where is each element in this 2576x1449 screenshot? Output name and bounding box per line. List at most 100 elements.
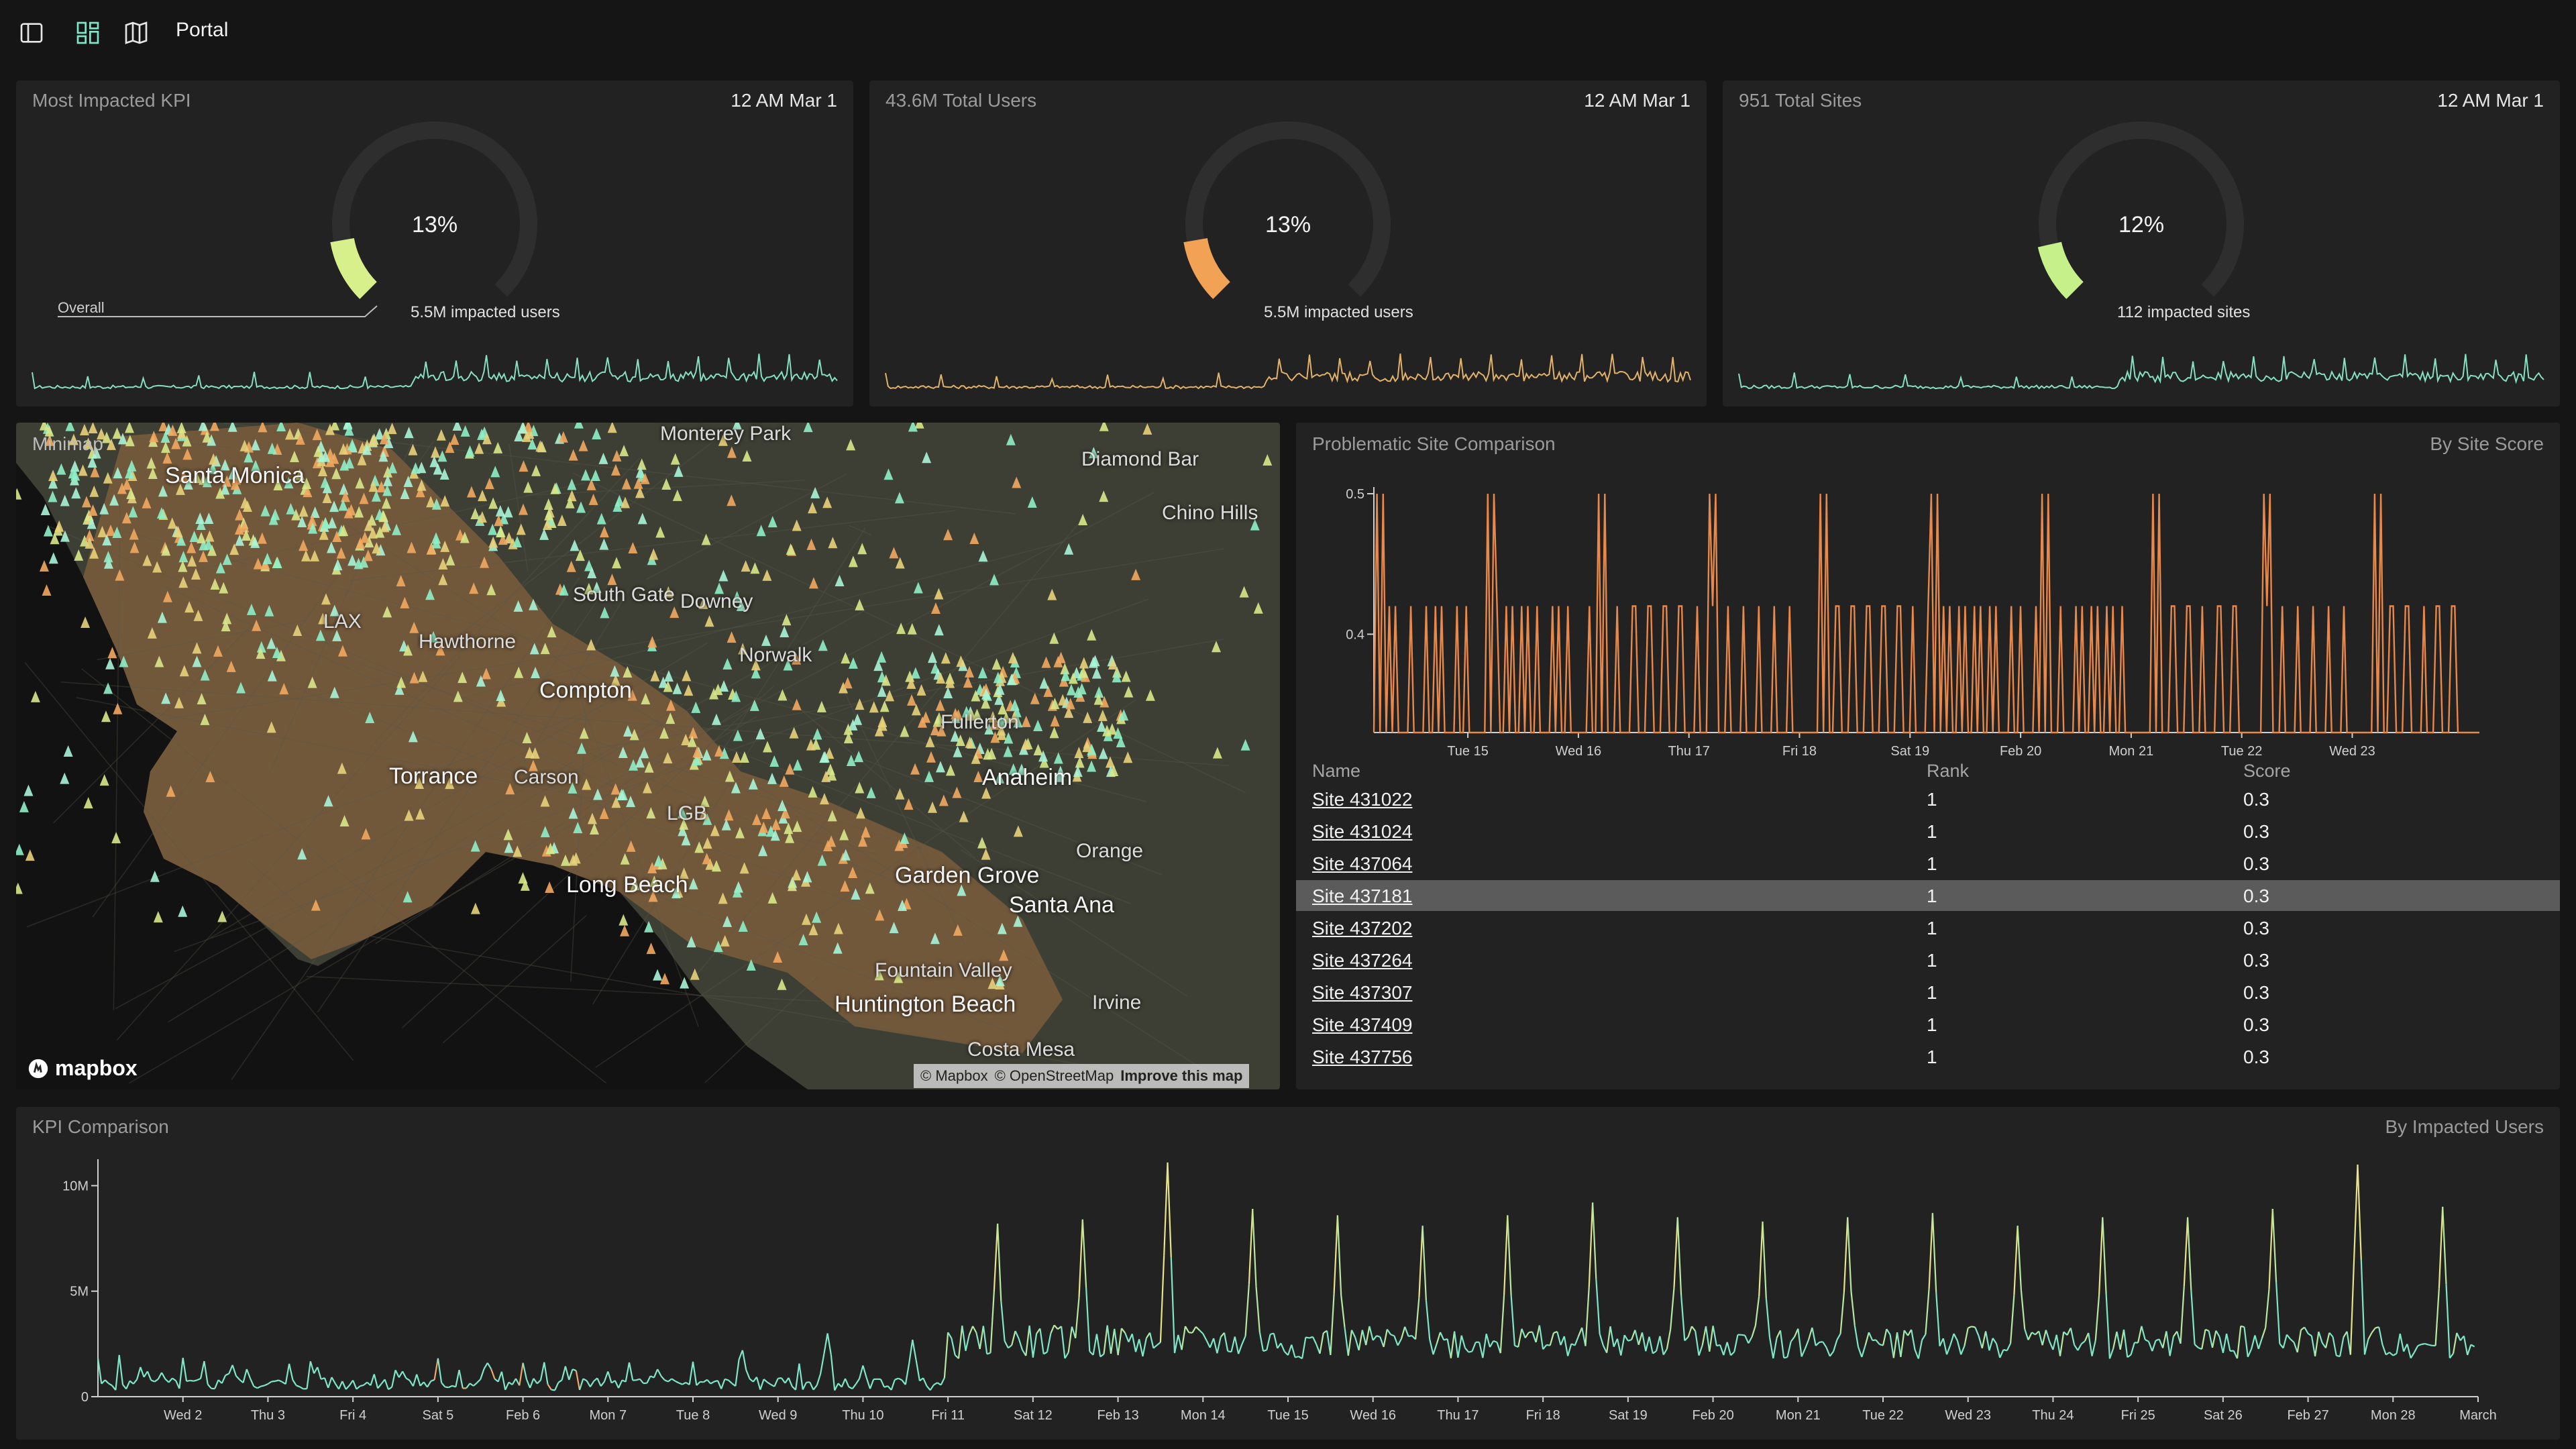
- y-tick-label: 10M: [62, 1179, 89, 1193]
- kpi-series-segment: [2268, 1209, 2273, 1289]
- map-city-label: Diamond Bar: [1081, 448, 1199, 470]
- site-comparison-sort[interactable]: By Site Score: [2430, 433, 2544, 455]
- kpi-series-segment: [1418, 1226, 1424, 1298]
- kpi-series-segment: [1075, 1297, 1080, 1338]
- kpi-series-segment: [118, 1354, 124, 1385]
- kpi-series-segment: [1134, 1339, 1140, 1352]
- kpi-series-segment: [197, 1377, 201, 1381]
- table-row[interactable]: Site 437264 1 0.3: [1296, 945, 2560, 975]
- site-name-link[interactable]: Site 431022: [1312, 789, 1412, 810]
- kpi-series-segment: [1606, 1326, 1611, 1353]
- kpi-series-segment: [249, 1378, 255, 1387]
- attribution-mapbox[interactable]: © Mapbox: [920, 1067, 988, 1085]
- kpi-series-segment: [1666, 1329, 1672, 1349]
- kpi-comparison-title: KPI Comparison: [32, 1116, 169, 1137]
- kpi-series-segment: [500, 1371, 506, 1391]
- site-name-link[interactable]: Site 437064: [1312, 853, 1412, 875]
- kpi-series-segment: [2403, 1344, 2408, 1352]
- x-tick-label: Wed 23: [2329, 744, 2375, 759]
- kpi-series-segment: [125, 1380, 131, 1389]
- table-row[interactable]: Site 431024 1 0.3: [1296, 816, 2560, 847]
- kpi-series-segment: [578, 1378, 584, 1391]
- site-name-link[interactable]: Site 437307: [1312, 982, 1412, 1004]
- map-icon[interactable]: [121, 17, 152, 48]
- kpi-series-segment: [1833, 1339, 1838, 1352]
- kpi-series-segment: [738, 1350, 743, 1360]
- kpi-series-segment: [741, 1350, 747, 1371]
- kpi-card[interactable]: 43.6M Total Users 12 AM Mar 1 13% 5.5M i…: [869, 80, 1707, 407]
- kpi-series-segment: [1376, 1335, 1381, 1338]
- table-row[interactable]: Site 437064 1 0.3: [1296, 848, 2560, 879]
- site-score: 0.3: [2243, 918, 2269, 938]
- kpi-series-segment: [582, 1378, 588, 1382]
- kpi-series-segment: [2399, 1333, 2405, 1352]
- kpi-series-segment: [1765, 1297, 1771, 1338]
- kpi-series-segment: [982, 1326, 988, 1354]
- app-title[interactable]: Portal: [176, 19, 228, 42]
- column-score[interactable]: Score: [2243, 761, 2291, 782]
- kpi-series-segment: [1358, 1330, 1363, 1350]
- minimap[interactable]: Minimap Santa Monica Monterey Park Diamond…: [16, 423, 1280, 1089]
- kpi-series-segment: [2158, 1338, 2164, 1348]
- kpi-series-segment: [2052, 1334, 2057, 1350]
- site-name-link[interactable]: Site 431024: [1312, 821, 1412, 843]
- kpi-series-segment: [405, 1377, 411, 1381]
- kpi-card[interactable]: 951 Total Sites 12 AM Mar 1 12% 112 impa…: [1723, 80, 2560, 407]
- sidebar-toggle-icon[interactable]: [16, 17, 47, 48]
- map-canvas[interactable]: [16, 423, 1280, 1089]
- table-row[interactable]: Site 437202 1 0.3: [1296, 912, 2560, 943]
- kpi-series-segment: [1768, 1337, 1774, 1359]
- dashboard-icon[interactable]: [72, 17, 103, 48]
- kpi-card[interactable]: Most Impacted KPI 12 AM Mar 1 13% 5.5M i…: [16, 80, 853, 407]
- table-row[interactable]: Site 431022 1 0.3: [1296, 784, 2560, 814]
- kpi-series-segment: [972, 1326, 977, 1334]
- kpi-series-segment: [1567, 1343, 1572, 1356]
- kpi-series-segment: [2381, 1344, 2387, 1355]
- kpi-series-segment: [448, 1385, 453, 1389]
- kpi-series-segment: [490, 1368, 496, 1379]
- attribution-improve[interactable]: Improve this map: [1120, 1067, 1242, 1085]
- kpi-series-segment: [157, 1372, 162, 1380]
- table-row[interactable]: Site 437409 1 0.3: [1296, 1009, 2560, 1040]
- kpi-series-segment: [915, 1360, 920, 1381]
- kpi-series-segment: [1450, 1331, 1456, 1358]
- kpi-series-segment: [724, 1378, 729, 1381]
- kpi-series-segment: [1025, 1325, 1030, 1356]
- kpi-series-segment: [759, 1379, 765, 1390]
- kpi-series-segment: [504, 1382, 510, 1391]
- kpi-series-segment: [664, 1379, 669, 1383]
- table-row[interactable]: Site 437181 1 0.3: [1296, 880, 2560, 911]
- kpi-series-segment: [1634, 1330, 1640, 1345]
- kpi-series-segment: [419, 1381, 425, 1387]
- map-city-label: Santa Ana: [1009, 892, 1114, 918]
- kpi-series-segment: [356, 1385, 361, 1390]
- site-name-link[interactable]: Site 437756: [1312, 1046, 1412, 1068]
- site-score: 0.3: [2243, 789, 2269, 810]
- column-rank[interactable]: Rank: [1927, 761, 1969, 782]
- x-tick-label: Feb 13: [1097, 1408, 1138, 1423]
- site-name-link[interactable]: Site 437202: [1312, 918, 1412, 939]
- column-name[interactable]: Name: [1312, 761, 1360, 782]
- x-tick-label: Tue 8: [676, 1408, 710, 1423]
- kpi-series-segment: [2254, 1335, 2259, 1350]
- site-name-link[interactable]: Site 437409: [1312, 1014, 1412, 1036]
- x-tick-label: Wed 2: [164, 1408, 202, 1423]
- kpi-series-segment: [1061, 1326, 1066, 1359]
- table-row[interactable]: Site 437756 1 0.3: [1296, 1041, 2560, 1072]
- kpi-series-segment: [207, 1383, 212, 1389]
- kpi-comparison-sort[interactable]: By Impacted Users: [2385, 1116, 2544, 1138]
- kpi-series-segment: [1779, 1330, 1785, 1358]
- kpi-series-segment: [1956, 1340, 1962, 1355]
- kpi-series-segment: [2017, 1226, 2022, 1291]
- site-name-link[interactable]: Site 437264: [1312, 950, 1412, 971]
- kpi-series-segment: [557, 1379, 563, 1383]
- site-rank: 1: [1927, 982, 1937, 1003]
- kpi-series-segment: [2045, 1330, 2051, 1342]
- kpi-series-segment: [2027, 1332, 2033, 1340]
- site-name-link[interactable]: Site 437181: [1312, 885, 1412, 907]
- kpi-series-segment: [653, 1368, 659, 1379]
- kpi-series-segment: [1121, 1328, 1126, 1334]
- kpi-series-segment: [323, 1377, 329, 1389]
- attribution-osm[interactable]: © OpenStreetMap: [995, 1067, 1114, 1085]
- table-row[interactable]: Site 437307 1 0.3: [1296, 977, 2560, 1008]
